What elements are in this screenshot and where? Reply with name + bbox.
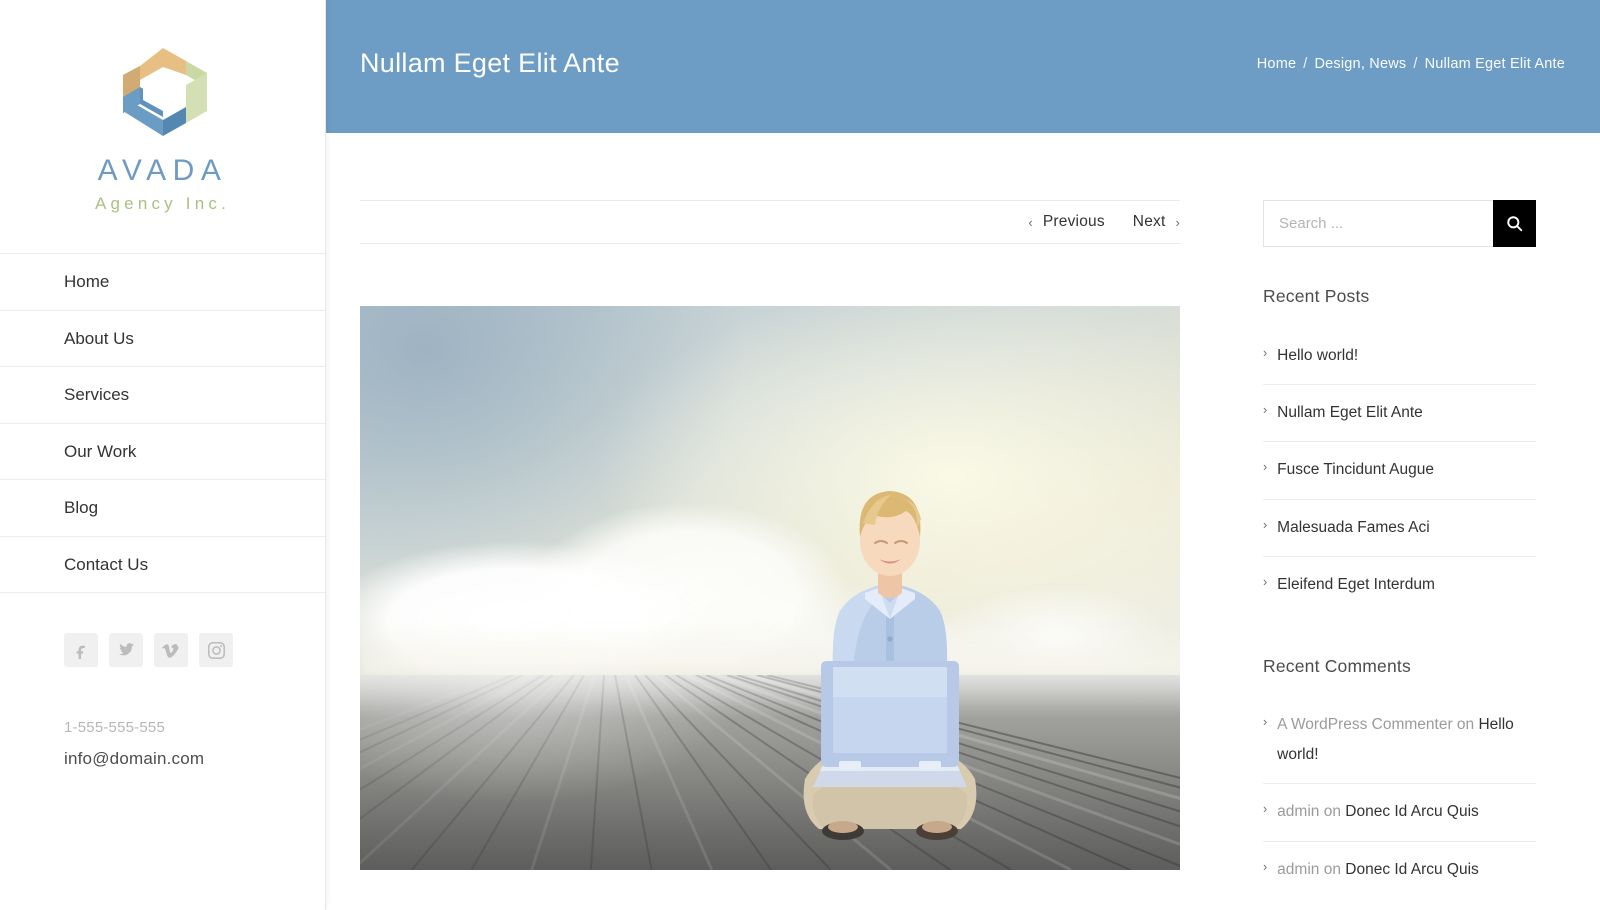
site-logo[interactable]: AVADA Agency Inc. (0, 0, 325, 212)
previous-post-link[interactable]: ‹ Previous (1028, 213, 1104, 231)
breadcrumb-item-current: Nullam Eget Elit Ante (1424, 56, 1565, 72)
deck-plank-seam (530, 675, 597, 870)
recent-comment-link-2[interactable]: › admin on Donec Id Arcu Quis (1263, 784, 1536, 840)
comment-author: admin (1277, 803, 1320, 821)
breadcrumb-item-categories[interactable]: Design, News (1314, 56, 1406, 72)
chevron-right-icon: › (1263, 802, 1268, 817)
content-area: ‹ Previous Next › Search ... Recent Post… (326, 133, 1600, 910)
deck-plank-seam (623, 675, 713, 870)
recent-post-link-2[interactable]: › Nullam Eget Elit Ante (1263, 385, 1536, 441)
list-item: › Malesuada Fames Aci (1263, 500, 1536, 558)
recent-comment-link-1[interactable]: › A WordPress Commenter on Hello world! (1263, 697, 1536, 783)
facebook-icon (76, 645, 85, 659)
list-item: › Hello world! (1263, 328, 1536, 385)
person-with-laptop-illustration (803, 490, 977, 840)
recent-post-link-5[interactable]: › Eleifend Eget Interdum (1263, 557, 1536, 613)
breadcrumb-item-home[interactable]: Home (1257, 56, 1296, 72)
recent-posts-widget: Recent Posts › Hello world! › Nullam Ege… (1263, 286, 1536, 614)
chevron-right-icon: › (1263, 517, 1268, 532)
list-item: › Fusce Tincidunt Augue (1263, 442, 1536, 500)
recent-post-link-3[interactable]: › Fusce Tincidunt Augue (1263, 442, 1536, 498)
recent-comments-widget: Recent Comments › A WordPress Commenter … (1263, 655, 1536, 898)
list-item: › admin on Donec Id Arcu Quis (1263, 784, 1536, 842)
list-item: › A WordPress Commenter on Hello world! (1263, 697, 1536, 785)
blog-sidebar: Recent Posts › Hello world! › Nullam Ege… (1263, 200, 1536, 898)
page-title-banner: Nullam Eget Elit Ante Home / Design, News /… (326, 0, 1600, 133)
search-icon (1507, 216, 1523, 232)
site-sidebar: AVADA Agency Inc. Home About Us Services… (0, 0, 326, 910)
sidebar-item-contact-us[interactable]: Contact Us (0, 536, 325, 593)
breadcrumb: Home / Design, News / Nullam Eget Elit Ante (1257, 56, 1565, 72)
list-item: › Eleifend Eget Interdum (1263, 557, 1536, 613)
sidebar-item-blog[interactable]: Blog (0, 480, 325, 537)
breadcrumb-separator-2: / (1413, 56, 1418, 72)
recent-post-label: Fusce Tincidunt Augue (1277, 461, 1434, 479)
social-links (0, 633, 325, 667)
recent-comment-link-3[interactable]: › admin on Donec Id Arcu Quis (1263, 842, 1536, 898)
chevron-left-icon: ‹ (1028, 214, 1033, 230)
deck-plank-seam (590, 675, 606, 870)
sidebar-item-home[interactable]: Home (0, 254, 325, 311)
list-item: › admin on Donec Id Arcu Quis (1263, 842, 1536, 898)
sidebar-item-our-work[interactable]: Our Work (0, 423, 325, 480)
sidebar-item-services[interactable]: Services (0, 367, 325, 424)
vimeo-icon (162, 644, 179, 658)
main-navigation: Home About Us Services Our Work Blog Con… (0, 253, 325, 593)
recent-posts-title: Recent Posts (1263, 286, 1370, 306)
twitter-icon (118, 643, 135, 656)
logo-wordmark: AVADA (97, 154, 228, 187)
next-label: Next (1132, 213, 1166, 230)
recent-post-link-1[interactable]: › Hello world! (1263, 328, 1536, 384)
hexagon-ring-logo-icon (122, 48, 207, 136)
comment-author: A WordPress Commenter (1277, 716, 1453, 734)
recent-posts-list: › Hello world! › Nullam Eget Elit Ante › (1263, 328, 1536, 614)
contact-email[interactable]: info@domain.com (64, 750, 325, 767)
facebook-link[interactable] (64, 633, 98, 667)
chevron-right-icon: › (1263, 345, 1268, 360)
search-form (1263, 200, 1536, 247)
contact-info: 1-555-555-555 info@domain.com (0, 720, 325, 767)
sidebar-item-about-us[interactable]: About Us (0, 310, 325, 367)
search-input[interactable] (1263, 200, 1493, 247)
previous-label: Previous (1042, 213, 1105, 230)
featured-image[interactable] (360, 306, 1180, 870)
comment-on-word: on (1323, 803, 1341, 821)
comment-post-title: Donec Id Arcu Quis (1345, 860, 1479, 878)
comment-on-word: on (1456, 716, 1475, 734)
logo-tagline: Agency Inc. (94, 194, 231, 213)
comment-post-title: Donec Id Arcu Quis (1345, 803, 1479, 821)
recent-comments-list: › A WordPress Commenter on Hello world! … (1263, 697, 1536, 898)
deck-plank-seam (470, 675, 585, 870)
deck-plank-seam (613, 675, 653, 870)
recent-post-label: Nullam Eget Elit Ante (1277, 403, 1423, 421)
recent-post-label: Eleifend Eget Interdum (1277, 576, 1435, 594)
comment-on-word: on (1323, 860, 1341, 878)
vimeo-link[interactable] (154, 633, 188, 667)
list-item: › Nullam Eget Elit Ante (1263, 385, 1536, 443)
recent-post-label: Hello world! (1277, 346, 1359, 364)
chevron-right-icon: › (1263, 460, 1268, 475)
recent-post-link-4[interactable]: › Malesuada Fames Aci (1263, 500, 1536, 556)
search-button[interactable] (1493, 200, 1536, 247)
chevron-right-icon: › (1263, 402, 1268, 417)
contact-phone: 1-555-555-555 (64, 719, 166, 736)
next-post-link[interactable]: Next › (1133, 213, 1180, 231)
page-root: AVADA Agency Inc. Home About Us Services… (0, 0, 1600, 910)
chevron-right-icon: › (1263, 715, 1268, 730)
deck-plank-seam (360, 675, 544, 870)
page-title: Nullam Eget Elit Ante (360, 48, 620, 78)
deck-plank-seam (634, 675, 772, 870)
instagram-link[interactable] (199, 633, 233, 667)
twitter-link[interactable] (109, 633, 143, 667)
post-pagination: ‹ Previous Next › (360, 200, 1180, 244)
chevron-right-icon: › (1175, 214, 1180, 230)
recent-post-label: Malesuada Fames Aci (1277, 518, 1430, 536)
breadcrumb-separator: / (1303, 56, 1308, 72)
instagram-icon (207, 641, 225, 659)
post-column: ‹ Previous Next › (360, 200, 1180, 870)
chevron-right-icon: › (1263, 575, 1268, 590)
chevron-right-icon: › (1263, 859, 1268, 874)
recent-comments-title: Recent Comments (1263, 655, 1411, 676)
comment-author: admin (1277, 860, 1320, 878)
